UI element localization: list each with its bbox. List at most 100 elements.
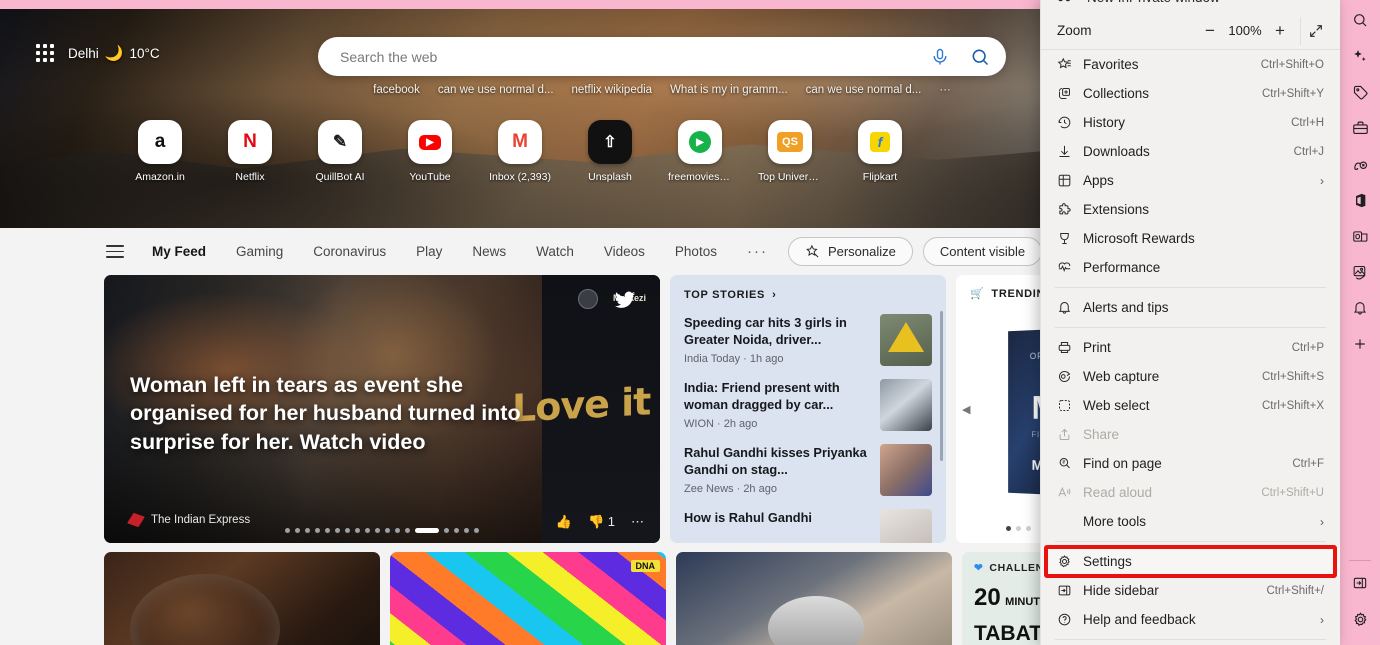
- microphone-icon[interactable]: [930, 47, 950, 67]
- dna-badge: DNA: [630, 560, 660, 572]
- feed-tab-watch[interactable]: Watch: [536, 244, 574, 259]
- sidebar-shopping[interactable]: [1344, 74, 1376, 110]
- menu-item-history[interactable]: History Ctrl+H: [1041, 108, 1340, 137]
- search-icon[interactable]: [970, 47, 990, 67]
- feed-tab-coronavirus[interactable]: Coronavirus: [313, 244, 386, 259]
- trending-pager[interactable]: [1006, 526, 1031, 531]
- suggestion-chip[interactable]: facebook: [373, 84, 420, 96]
- sidebar-hide[interactable]: [1344, 565, 1376, 601]
- puzzle-pieces-card[interactable]: DNA: [390, 552, 666, 645]
- suggestions-more-icon[interactable]: ···: [939, 84, 951, 96]
- menu-item-web-select[interactable]: Web select Ctrl+Shift+X: [1041, 391, 1340, 420]
- story-thumbnail: [880, 379, 932, 431]
- fullscreen-icon[interactable]: [1300, 16, 1330, 45]
- sidebar-copilot[interactable]: [1344, 38, 1376, 74]
- top-story-item[interactable]: Speeding car hits 3 girls in Greater Noi…: [684, 314, 932, 366]
- feed-tab-my-feed[interactable]: My Feed: [152, 244, 206, 259]
- sidebar-search[interactable]: [1344, 2, 1376, 38]
- tile-label: YouTube: [409, 171, 451, 183]
- menu-item-collections[interactable]: Collections Ctrl+Shift+Y: [1041, 79, 1340, 108]
- collections-icon: [1057, 86, 1083, 101]
- chevron-left-icon[interactable]: ◀: [962, 403, 970, 416]
- menu-item-label: Find on page: [1083, 456, 1162, 471]
- weather-widget[interactable]: Delhi 🌙 10°C: [68, 44, 160, 62]
- top-story-item[interactable]: How is Rahul Gandhi: [684, 509, 932, 543]
- tile-label: Unsplash: [588, 171, 632, 183]
- menu-item-shortcut: Ctrl+H: [1291, 116, 1324, 129]
- search-input[interactable]: [340, 48, 930, 65]
- menu-item-web-capture[interactable]: Web capture Ctrl+Shift+S: [1041, 362, 1340, 391]
- feed-tab-play[interactable]: Play: [416, 244, 442, 259]
- top-stories-header[interactable]: TOP STORIES ›: [684, 289, 932, 301]
- hero-carousel-pager[interactable]: [104, 528, 660, 533]
- sidebar-notifications[interactable]: [1344, 290, 1376, 326]
- shortcut-tile-unsplash[interactable]: ⇧ Unsplash: [579, 120, 641, 183]
- hero-story-card[interactable]: Mr Ikezi Love it Woman left in tears as …: [104, 275, 660, 543]
- sidebar-tools[interactable]: [1344, 110, 1376, 146]
- tile-label: QuillBot AI: [315, 171, 365, 183]
- menu-item-alerts-and-tips[interactable]: Alerts and tips: [1041, 293, 1340, 322]
- suggestion-chip[interactable]: netflix wikipedia: [572, 84, 653, 96]
- menu-item-label: Alerts and tips: [1083, 300, 1169, 315]
- feed-tab-videos[interactable]: Videos: [604, 244, 645, 259]
- sidebar-games[interactable]: [1344, 146, 1376, 182]
- menu-item-extensions[interactable]: Extensions: [1041, 195, 1340, 224]
- chocolate-cake-card[interactable]: [104, 552, 380, 645]
- sidebar-outlook[interactable]: [1344, 218, 1376, 254]
- channel-logo: [578, 289, 598, 309]
- menu-item-print[interactable]: Print Ctrl+P: [1041, 333, 1340, 362]
- tin-can-card[interactable]: [676, 552, 952, 645]
- suggestion-chip[interactable]: What is my in gramm...: [670, 84, 788, 96]
- sidebar-image-creator[interactable]: [1344, 254, 1376, 290]
- menu-item-label: Read aloud: [1083, 485, 1153, 500]
- search-box[interactable]: [318, 37, 1006, 76]
- content-visible-button[interactable]: Content visible: [922, 237, 1043, 266]
- top-stories-scrollbar[interactable]: [940, 311, 943, 461]
- share-icon: [1057, 427, 1083, 442]
- suggestion-chip[interactable]: can we use normal d...: [806, 84, 922, 96]
- sidebar-settings[interactable]: [1344, 601, 1376, 637]
- menu-item-apps[interactable]: Apps ›: [1041, 166, 1340, 195]
- hamburger-icon[interactable]: [106, 245, 124, 258]
- top-story-item[interactable]: India: Friend present with woman dragged…: [684, 379, 932, 431]
- menu-item-shortcut: Ctrl+J: [1293, 145, 1324, 158]
- menu-item-favorites[interactable]: Favorites Ctrl+Shift+O: [1041, 50, 1340, 79]
- shortcut-tile-youtube[interactable]: ▶ YouTube: [399, 120, 461, 183]
- tile-label: Inbox (2,393): [489, 171, 551, 183]
- feed-tab-news[interactable]: News: [472, 244, 506, 259]
- shortcut-tile-netflix[interactable]: N Netflix: [219, 120, 281, 183]
- feed-tab-gaming[interactable]: Gaming: [236, 244, 283, 259]
- menu-item-find-on-page[interactable]: Find on page Ctrl+F: [1041, 449, 1340, 478]
- chevron-right-icon: ›: [1320, 173, 1324, 188]
- play-icon: ▶: [678, 120, 722, 164]
- menu-item-hide-sidebar[interactable]: Hide sidebar Ctrl+Shift+/: [1041, 576, 1340, 605]
- menu-item-settings[interactable]: Settings: [1041, 545, 1340, 578]
- hero-overlay-text: Love it: [511, 379, 650, 431]
- gmail-icon: M: [498, 120, 542, 164]
- shortcut-tile-quillbot[interactable]: ✎ QuillBot AI: [309, 120, 371, 183]
- feed-more-icon[interactable]: ···: [747, 243, 768, 260]
- shortcut-tile-flipkart[interactable]: f Flipkart: [849, 120, 911, 183]
- menu-item-label: Favorites: [1083, 57, 1139, 72]
- shortcut-tile-topuniversities[interactable]: QS Top Universit...: [758, 120, 822, 183]
- menu-item-label: Web capture: [1083, 369, 1160, 384]
- sidebar-customize-add[interactable]: [1344, 326, 1376, 362]
- shortcut-tile-freemovies[interactable]: ▶ freemoviesfu...: [668, 120, 732, 183]
- menu-item-performance[interactable]: Performance: [1041, 253, 1340, 282]
- menu-item-shortcut: Ctrl+Shift+S: [1262, 370, 1324, 383]
- personalize-button[interactable]: Personalize: [787, 237, 913, 266]
- menu-item-microsoft-rewards[interactable]: Microsoft Rewards: [1041, 224, 1340, 253]
- feed-tab-photos[interactable]: Photos: [675, 244, 717, 259]
- shortcut-tile-gmail[interactable]: M Inbox (2,393): [489, 120, 551, 183]
- top-story-item[interactable]: Rahul Gandhi kisses Priyanka Gandhi on s…: [684, 444, 932, 496]
- zoom-in-icon[interactable]: +: [1266, 17, 1294, 45]
- menu-item-more-tools[interactable]: More tools ›: [1041, 507, 1340, 536]
- menu-item-downloads[interactable]: Downloads Ctrl+J: [1041, 137, 1340, 166]
- zoom-out-icon[interactable]: −: [1196, 17, 1224, 45]
- menu-clipped-top-item[interactable]: ●● New InPrivate window Ctrl+Shift+N: [1041, 0, 1340, 12]
- app-grid-icon[interactable]: [36, 44, 54, 62]
- suggestion-chip[interactable]: can we use normal d...: [438, 84, 554, 96]
- shortcut-tile-amazon[interactable]: a Amazon.in: [129, 120, 191, 183]
- menu-item-help-and-feedback[interactable]: Help and feedback ›: [1041, 605, 1340, 634]
- sidebar-office[interactable]: [1344, 182, 1376, 218]
